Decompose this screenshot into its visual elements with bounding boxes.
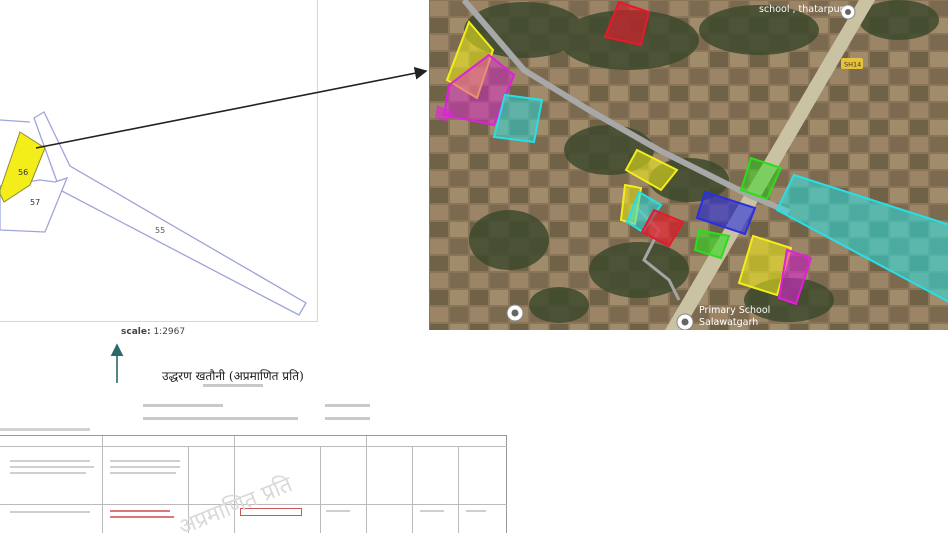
road-shield-label: SH14 — [844, 61, 861, 69]
satellite-map: school , thatarpur Primary School Salawa… — [429, 0, 948, 330]
document-field-line — [0, 428, 90, 431]
document-field-line — [325, 417, 370, 420]
satellite-map-panel: school , thatarpur Primary School Salawa… — [429, 0, 948, 330]
khatauni-document: उद्धरण खतौनी (अप्रमाणित प्रति) अप्रमाणित… — [0, 340, 520, 533]
document-field-line — [143, 417, 298, 420]
document-title: उद्धरण खतौनी (अप्रमाणित प्रति) — [162, 369, 304, 383]
plot-boundary-line — [0, 119, 31, 123]
cadastral-map-panel: 56 57 55 scale: 1:2967 — [0, 0, 340, 338]
figure: 56 57 55 scale: 1:2967 school , thatarpu… — [0, 0, 948, 533]
plot-57-label: 57 — [30, 198, 40, 207]
map-scale: scale: 1:2967 — [121, 327, 186, 337]
document-date-line — [203, 384, 263, 387]
plot-55-outline — [33, 111, 307, 316]
plot-55-label: 55 — [155, 226, 165, 235]
document-field-line — [143, 404, 223, 407]
plot-56-label: 56 — [18, 168, 28, 177]
label-primary-school: Primary School — [699, 305, 770, 316]
document-field-line — [325, 404, 370, 407]
label-school-thatarpur: school , thatarpur — [759, 4, 844, 15]
cadastral-map-drawing: 56 57 55 — [0, 111, 307, 316]
label-salawatgarh: Salawatgarh — [699, 317, 758, 328]
